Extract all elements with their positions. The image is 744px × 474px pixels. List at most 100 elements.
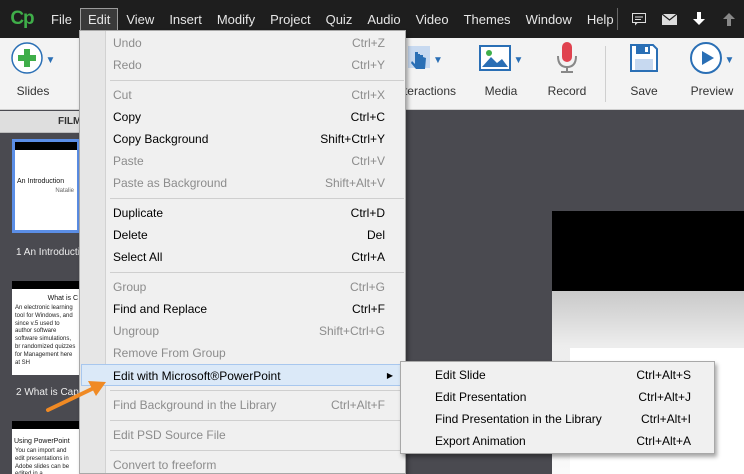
upload-icon[interactable] [718,9,740,29]
slide-thumbnail-2[interactable]: What is C An electronic learning tool fo… [12,281,80,375]
image-icon [478,44,511,76]
menu-file[interactable]: File [44,9,79,30]
thumbnail-title: Using PowerPoint [14,438,70,445]
preview-button[interactable]: ▼ Preview [686,38,738,110]
thumbnail-title: An Introduction [17,178,65,185]
menu-separator [110,272,404,273]
menu-item-label: Edit PSD Source File [113,428,226,442]
menu-item-label: Convert to freeform [113,458,217,472]
menu-edit[interactable]: Edit [79,7,119,31]
thumbnail-subtitle: Natalie [55,188,74,194]
menu-item-shortcut: Ctrl+Z [352,36,385,50]
mail-icon[interactable] [658,9,680,29]
microphone-icon [556,41,578,79]
menu-item-duplicate[interactable]: Duplicate Ctrl+D [81,202,404,224]
menu-item-label: Undo [113,36,142,50]
menu-audio[interactable]: Audio [360,9,407,30]
menu-item-shortcut: Ctrl+Y [351,58,385,72]
menu-item-edit-with-powerpoint[interactable]: Edit with Microsoft®PowerPoint ▶ [81,364,404,386]
menu-item-label: Copy Background [113,132,209,146]
edit-menu: Undo Ctrl+Z Redo Ctrl+Y Cut Ctrl+X Copy Ctrl… [79,30,406,474]
menu-item-find-background-in-library[interactable]: Find Background in the Library Ctrl+Alt+F [81,394,404,416]
thumbnail-body: An electronic learning tool for Windows,… [15,305,76,366]
slide-thumbnail-3[interactable]: Using PowerPoint You can import and edit… [12,421,80,474]
record-button[interactable]: Record [544,38,590,110]
media-button[interactable]: ▼ Media [476,38,526,110]
menu-item-shortcut: Ctrl+D [350,206,385,220]
menu-item-shortcut: Ctrl+Alt+I [640,412,691,426]
menu-item-label: Find Presentation in the Library [435,412,602,426]
menu-item-paste[interactable]: Paste Ctrl+V [81,150,404,172]
menu-item-convert-to-freeform[interactable]: Convert to freeform [81,454,404,474]
chevron-down-icon: ▼ [513,54,524,66]
menu-item-select-all[interactable]: Select All Ctrl+A [81,246,404,268]
menu-item-label: Ungroup [113,324,160,338]
menu-item-label: Duplicate [113,206,164,220]
menu-item-group[interactable]: Group Ctrl+G [81,276,404,298]
menu-item-paste-as-background[interactable]: Paste as Background Shift+Alt+V [81,172,404,194]
menu-separator [110,80,404,81]
app-logo: Cp [10,8,34,29]
menu-item-undo[interactable]: Undo Ctrl+Z [81,32,404,54]
save-label: Save [630,84,658,98]
powerpoint-submenu: Edit Slide Ctrl+Alt+S Edit Presentation Ct… [400,361,715,454]
menu-themes[interactable]: Themes [457,9,518,30]
submenu-item-find-presentation-in-library[interactable]: Find Presentation in the Library Ctrl+Alt… [401,408,714,430]
chat-icon[interactable] [628,9,650,29]
submenu-item-export-animation[interactable]: Export Animation Ctrl+Alt+A [401,430,714,452]
menu-item-label: Export Animation [435,434,526,448]
menu-item-label: Find and Replace [113,302,208,316]
menu-item-label: Remove From Group [113,346,226,360]
menu-item-shortcut: Ctrl+Alt+F [330,398,385,412]
menu-project[interactable]: Project [263,9,317,30]
menu-item-shortcut: Ctrl+C [350,110,385,124]
menu-item-shortcut: Ctrl+A [351,250,385,264]
menu-separator [110,420,404,421]
menu-item-ungroup[interactable]: Ungroup Shift+Ctrl+G [81,320,404,342]
menu-separator [110,450,404,451]
menu-item-shortcut: Ctrl+Alt+S [636,368,691,382]
menu-item-shortcut: Shift+Ctrl+Y [320,132,385,146]
menu-video[interactable]: Video [409,9,456,30]
slide-thumbnail-1[interactable]: An Introduction Natalie [12,139,80,233]
menu-item-shortcut: Ctrl+X [351,88,385,102]
save-button[interactable]: Save [624,38,664,110]
menu-separator [110,390,404,391]
menu-item-cut[interactable]: Cut Ctrl+X [81,84,404,106]
menu-item-edit-psd-source-file[interactable]: Edit PSD Source File [81,424,404,446]
chevron-down-icon: ▼ [433,54,443,66]
menu-view[interactable]: View [119,9,161,30]
menu-item-shortcut: Ctrl+V [351,154,385,168]
submenu-item-edit-slide[interactable]: Edit Slide Ctrl+Alt+S [401,364,714,386]
thumbnail-title: What is C [47,295,78,302]
slides-button[interactable]: ▼ Slides [8,38,58,110]
menu-item-label: Redo [113,58,142,72]
menu-insert[interactable]: Insert [162,9,209,30]
hand-pointer-icon [408,44,430,77]
menu-item-shortcut: Ctrl+G [349,280,385,294]
menu-window[interactable]: Window [519,9,579,30]
submenu-item-edit-presentation[interactable]: Edit Presentation Ctrl+Alt+J [401,386,714,408]
menu-quiz[interactable]: Quiz [319,9,360,30]
menu-modify[interactable]: Modify [210,9,262,30]
thumbnail-title-bar [15,142,77,150]
menu-item-remove-from-group[interactable]: Remove From Group [81,342,404,364]
menu-item-shortcut: Shift+Alt+V [324,176,385,190]
menu-item-find-and-replace[interactable]: Find and Replace Ctrl+F [81,298,404,320]
toolbar-divider [605,46,606,102]
menu-item-shortcut: Ctrl+F [352,302,385,316]
menu-item-redo[interactable]: Redo Ctrl+Y [81,54,404,76]
thumbnail-title-bar [12,421,80,429]
menu-item-label: Find Background in the Library [113,398,277,412]
menu-item-shortcut: Shift+Ctrl+G [318,324,385,338]
menu-item-delete[interactable]: Delete Del [81,224,404,246]
menu-item-copy-background[interactable]: Copy Background Shift+Ctrl+Y [81,128,404,150]
download-icon[interactable] [688,9,710,29]
thumbnail-title-bar [12,281,80,289]
menu-item-copy[interactable]: Copy Ctrl+C [81,106,404,128]
menu-item-label: Select All [113,250,163,264]
menu-item-shortcut: Del [366,228,385,242]
menu-item-label: Copy [113,110,142,124]
chevron-down-icon: ▼ [45,54,56,66]
menubar-divider [617,8,618,30]
